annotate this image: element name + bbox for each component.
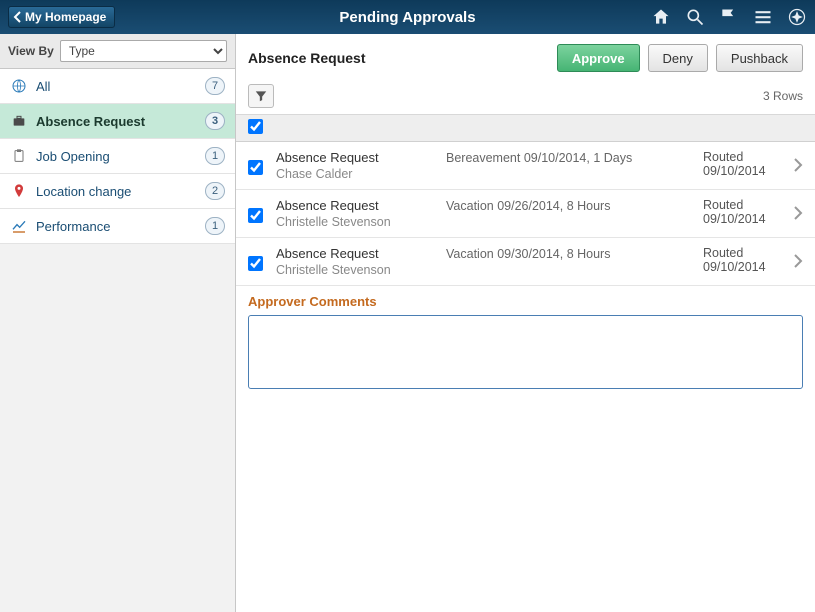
- sidebar-item-label: Absence Request: [36, 114, 197, 129]
- sidebar-item-count: 1: [205, 217, 225, 235]
- sidebar-item-absence-request[interactable]: Absence Request 3: [0, 104, 235, 139]
- approver-comments-input[interactable]: [248, 315, 803, 389]
- chevron-left-icon: [13, 11, 23, 23]
- flag-icon[interactable]: [719, 7, 739, 27]
- viewby-select[interactable]: Type: [60, 40, 227, 62]
- sidebar-item-label: All: [36, 79, 197, 94]
- menu-icon[interactable]: [753, 7, 773, 27]
- main-title: Absence Request: [248, 50, 549, 66]
- main-header: Absence Request Approve Deny Pushback: [236, 34, 815, 80]
- rows-count-label: 3 Rows: [763, 89, 803, 103]
- filter-button[interactable]: [248, 84, 274, 108]
- row-date: 09/10/2014: [703, 260, 783, 274]
- approver-comments-block: Approver Comments: [236, 286, 815, 400]
- row-checkbox[interactable]: [248, 256, 263, 271]
- approval-row[interactable]: Absence Request Christelle Stevenson Vacat…: [236, 238, 815, 286]
- main-panel: Absence Request Approve Deny Pushback 3 …: [236, 34, 815, 612]
- back-button-label: My Homepage: [25, 10, 106, 24]
- deny-button[interactable]: Deny: [648, 44, 708, 72]
- search-icon[interactable]: [685, 7, 705, 27]
- row-person: Chase Calder: [276, 167, 436, 181]
- sidebar-item-location-change[interactable]: Location change 2: [0, 174, 235, 209]
- chart-icon: [10, 217, 28, 235]
- row-title: Absence Request: [276, 150, 436, 165]
- globe-icon: [10, 77, 28, 95]
- chevron-right-icon: [793, 150, 809, 172]
- row-title: Absence Request: [276, 246, 436, 261]
- home-icon[interactable]: [651, 7, 671, 27]
- pushback-button[interactable]: Pushback: [716, 44, 803, 72]
- row-status: Routed: [703, 246, 783, 260]
- filter-row: 3 Rows: [236, 80, 815, 115]
- banner-icon-group: [651, 7, 807, 27]
- app-banner: My Homepage Pending Approvals: [0, 0, 815, 34]
- approve-button[interactable]: Approve: [557, 44, 640, 72]
- select-all-row: [236, 115, 815, 142]
- sidebar-item-count: 2: [205, 182, 225, 200]
- sidebar-item-count: 1: [205, 147, 225, 165]
- back-button[interactable]: My Homepage: [8, 6, 115, 28]
- row-checkbox[interactable]: [248, 160, 263, 175]
- clipboard-icon: [10, 147, 28, 165]
- viewby-label: View By: [8, 44, 54, 58]
- rows-container: Absence Request Chase Calder Bereavement 0…: [236, 142, 815, 286]
- chevron-right-icon: [793, 246, 809, 268]
- row-status: Routed: [703, 150, 783, 164]
- pin-icon: [10, 182, 28, 200]
- row-status: Routed: [703, 198, 783, 212]
- row-person: Christelle Stevenson: [276, 263, 436, 277]
- sidebar: View By Type All 7 Absence Request 3 Job Ope…: [0, 34, 236, 612]
- compass-icon[interactable]: [787, 7, 807, 27]
- row-person: Christelle Stevenson: [276, 215, 436, 229]
- row-date: 09/10/2014: [703, 212, 783, 226]
- approval-row[interactable]: Absence Request Christelle Stevenson Vacat…: [236, 190, 815, 238]
- sidebar-item-all[interactable]: All 7: [0, 69, 235, 104]
- approval-row[interactable]: Absence Request Chase Calder Bereavement 0…: [236, 142, 815, 190]
- suitcase-icon: [10, 112, 28, 130]
- row-title: Absence Request: [276, 198, 436, 213]
- row-detail: Bereavement 09/10/2014, 1 Days: [446, 150, 693, 165]
- sidebar-item-label: Performance: [36, 219, 197, 234]
- row-detail: Vacation 09/26/2014, 8 Hours: [446, 198, 693, 213]
- sidebar-list: All 7 Absence Request 3 Job Opening 1 Location…: [0, 69, 235, 244]
- sidebar-item-performance[interactable]: Performance 1: [0, 209, 235, 244]
- row-detail: Vacation 09/30/2014, 8 Hours: [446, 246, 693, 261]
- sidebar-item-label: Job Opening: [36, 149, 197, 164]
- approver-comments-label: Approver Comments: [248, 294, 803, 309]
- chevron-right-icon: [793, 198, 809, 220]
- select-all-checkbox[interactable]: [248, 119, 263, 134]
- sidebar-item-job-opening[interactable]: Job Opening 1: [0, 139, 235, 174]
- funnel-icon: [254, 89, 268, 103]
- row-checkbox[interactable]: [248, 208, 263, 223]
- viewby-row: View By Type: [0, 34, 235, 69]
- sidebar-item-count: 7: [205, 77, 225, 95]
- sidebar-item-count: 3: [205, 112, 225, 130]
- sidebar-item-label: Location change: [36, 184, 197, 199]
- row-date: 09/10/2014: [703, 164, 783, 178]
